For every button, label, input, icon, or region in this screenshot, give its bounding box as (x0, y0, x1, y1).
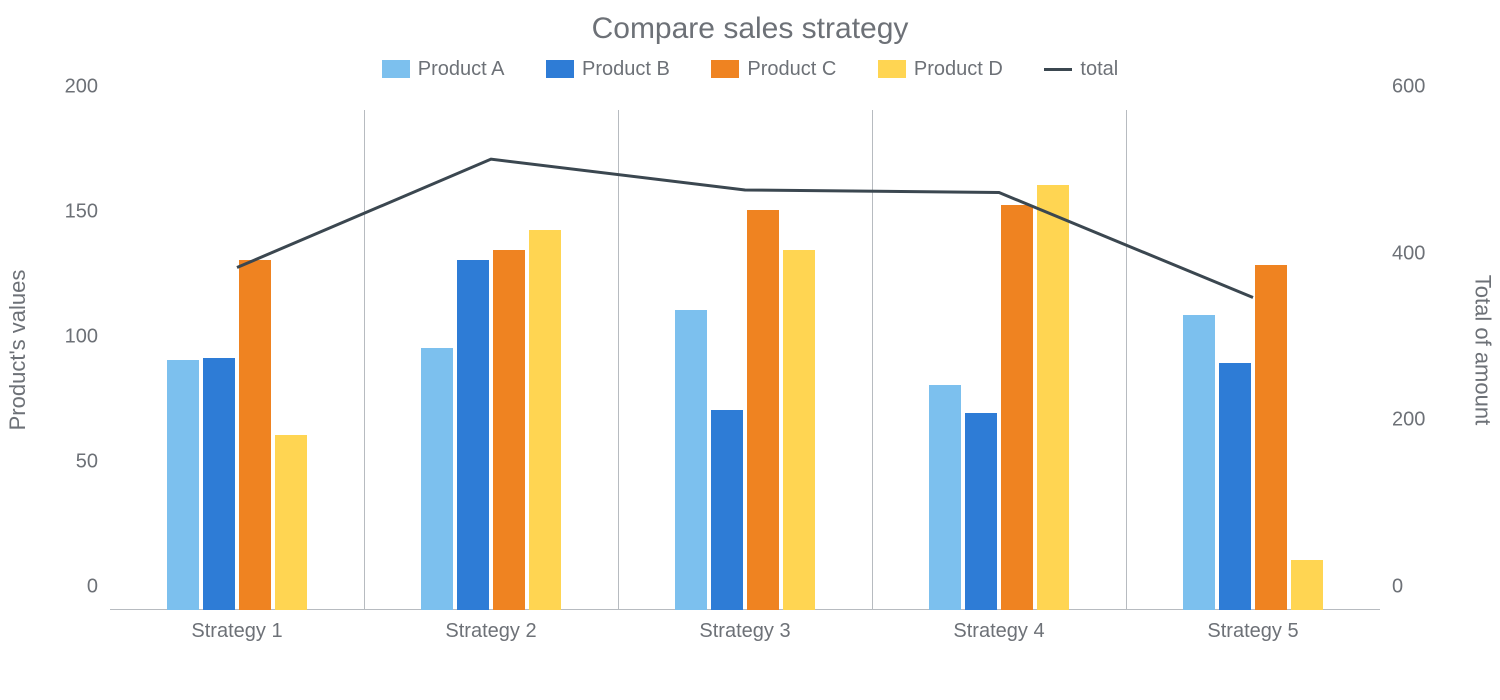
legend-item-product-b: Product B (546, 58, 670, 81)
plot-area (110, 110, 1380, 610)
legend-item-product-a: Product A (382, 58, 505, 81)
y2-tick: 0 (1392, 576, 1403, 599)
y-axis: 0 50 100 150 200 (70, 110, 110, 610)
legend-label: Product A (418, 58, 505, 80)
legend-item-product-d: Product D (878, 58, 1003, 81)
sales-strategy-chart: Compare sales strategy Product A Product… (0, 0, 1500, 700)
legend-swatch-product-c (711, 60, 739, 78)
y2-axis: 0 200 400 600 (1380, 110, 1430, 610)
legend-label: Product D (914, 58, 1003, 80)
legend-swatch-product-a (382, 60, 410, 78)
x-tick-label: Strategy 5 (1207, 620, 1298, 643)
y-tick: 0 (87, 576, 98, 599)
total-line (110, 110, 1380, 610)
legend-swatch-total (1044, 68, 1072, 71)
legend-item-total: total (1044, 58, 1118, 81)
x-tick-label: Strategy 3 (699, 620, 790, 643)
legend: Product A Product B Product C Product D … (0, 58, 1500, 81)
x-axis: Strategy 1 Strategy 2 Strategy 3 Strateg… (110, 620, 1380, 650)
y-tick: 200 (65, 76, 98, 99)
x-tick-label: Strategy 2 (445, 620, 536, 643)
y2-tick: 200 (1392, 409, 1425, 432)
y-axis-label: Product's values (5, 270, 31, 431)
y2-tick: 600 (1392, 76, 1425, 99)
chart-title: Compare sales strategy (0, 12, 1500, 46)
legend-item-product-c: Product C (711, 58, 836, 81)
total-line-path (237, 159, 1253, 297)
y-tick: 50 (76, 451, 98, 474)
x-tick-label: Strategy 4 (953, 620, 1044, 643)
y-tick: 100 (65, 326, 98, 349)
x-tick-label: Strategy 1 (191, 620, 282, 643)
legend-label: Product C (747, 58, 836, 80)
y2-axis-label: Total of amount (1469, 275, 1495, 425)
legend-label: Product B (582, 58, 670, 80)
legend-swatch-product-b (546, 60, 574, 78)
legend-label: total (1080, 58, 1118, 80)
y2-tick: 400 (1392, 242, 1425, 265)
y-tick: 150 (65, 201, 98, 224)
legend-swatch-product-d (878, 60, 906, 78)
